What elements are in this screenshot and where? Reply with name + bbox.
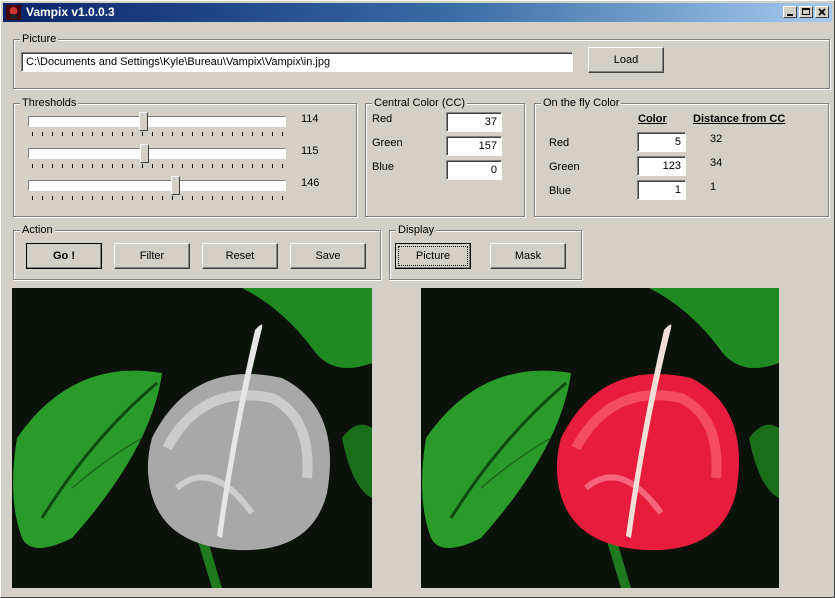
onthefly-red-label: Red bbox=[549, 137, 570, 149]
distance-green-value: 34 bbox=[710, 157, 723, 169]
distance-column-header: Distance from CC bbox=[693, 113, 786, 125]
load-button[interactable]: Load bbox=[588, 47, 664, 73]
action-group-label: Action bbox=[20, 224, 55, 237]
maximize-button[interactable] bbox=[799, 6, 813, 18]
thresholds-group-label: Thresholds bbox=[20, 97, 79, 110]
threshold-slider-3-thumb[interactable] bbox=[170, 176, 180, 195]
go-button[interactable]: Go ! bbox=[26, 243, 102, 269]
minimize-button[interactable] bbox=[783, 6, 797, 18]
onthefly-red-input[interactable]: 5 bbox=[637, 132, 686, 152]
close-button[interactable] bbox=[815, 6, 829, 18]
central-red-label: Red bbox=[372, 113, 393, 125]
threshold-slider-2-thumb[interactable] bbox=[140, 144, 150, 163]
title-bar[interactable]: Vampix v1.0.0.3 bbox=[3, 3, 832, 22]
threshold-slider-1-ticks bbox=[32, 132, 284, 136]
original-image bbox=[421, 288, 779, 588]
picture-display-button[interactable]: Picture bbox=[395, 243, 471, 269]
color-column-header: Color bbox=[638, 113, 667, 125]
threshold-value-2: 115 bbox=[301, 145, 319, 157]
minimize-icon bbox=[787, 14, 793, 16]
threshold-value-1: 114 bbox=[301, 113, 319, 125]
filter-button-label: Filter bbox=[139, 250, 165, 262]
mask-display-button-label: Mask bbox=[514, 250, 542, 262]
window-title: Vampix v1.0.0.3 bbox=[26, 5, 115, 19]
go-button-label: Go ! bbox=[53, 250, 75, 262]
filtered-image bbox=[12, 288, 372, 588]
distance-blue-value: 1 bbox=[710, 181, 717, 193]
threshold-slider-1-thumb[interactable] bbox=[139, 112, 149, 131]
central-color-group-label: Central Color (CC) bbox=[372, 97, 468, 110]
central-green-input[interactable]: 157 bbox=[446, 136, 502, 156]
threshold-slider-3-ticks bbox=[32, 196, 284, 200]
reset-button[interactable]: Reset bbox=[202, 243, 278, 269]
threshold-value-3: 146 bbox=[301, 177, 320, 189]
load-button-label: Load bbox=[613, 54, 639, 66]
central-green-label: Green bbox=[372, 137, 403, 149]
reset-button-label: Reset bbox=[225, 250, 255, 262]
mask-display-button[interactable]: Mask bbox=[490, 243, 566, 269]
save-button-label: Save bbox=[315, 250, 341, 262]
picture-path-input[interactable]: C:\Documents and Settings\Kyle\Bureau\Va… bbox=[21, 52, 573, 72]
app-icon bbox=[6, 5, 21, 20]
picture-group-label: Picture bbox=[20, 33, 59, 46]
display-group-label: Display bbox=[396, 224, 437, 237]
onthefly-green-input[interactable]: 123 bbox=[637, 156, 686, 176]
close-icon bbox=[818, 8, 826, 16]
central-blue-input[interactable]: 0 bbox=[446, 160, 502, 180]
app-window: Vampix v1.0.0.3 Picture C:\Documents and… bbox=[0, 0, 835, 598]
threshold-slider-2[interactable] bbox=[28, 148, 286, 159]
onthefly-blue-input[interactable]: 1 bbox=[637, 180, 686, 200]
threshold-slider-3[interactable] bbox=[28, 180, 286, 191]
maximize-icon bbox=[802, 8, 810, 15]
central-red-input[interactable]: 37 bbox=[446, 112, 502, 132]
onthefly-group-label: On the fly Color bbox=[541, 97, 622, 110]
filter-button[interactable]: Filter bbox=[114, 243, 190, 269]
distance-red-value: 32 bbox=[710, 133, 723, 145]
onthefly-blue-label: Blue bbox=[549, 185, 572, 197]
threshold-slider-2-ticks bbox=[32, 164, 284, 168]
picture-display-button-label: Picture bbox=[398, 246, 468, 266]
onthefly-green-label: Green bbox=[549, 161, 580, 173]
threshold-slider-1[interactable] bbox=[28, 116, 286, 127]
save-button[interactable]: Save bbox=[290, 243, 366, 269]
central-blue-label: Blue bbox=[372, 161, 395, 173]
